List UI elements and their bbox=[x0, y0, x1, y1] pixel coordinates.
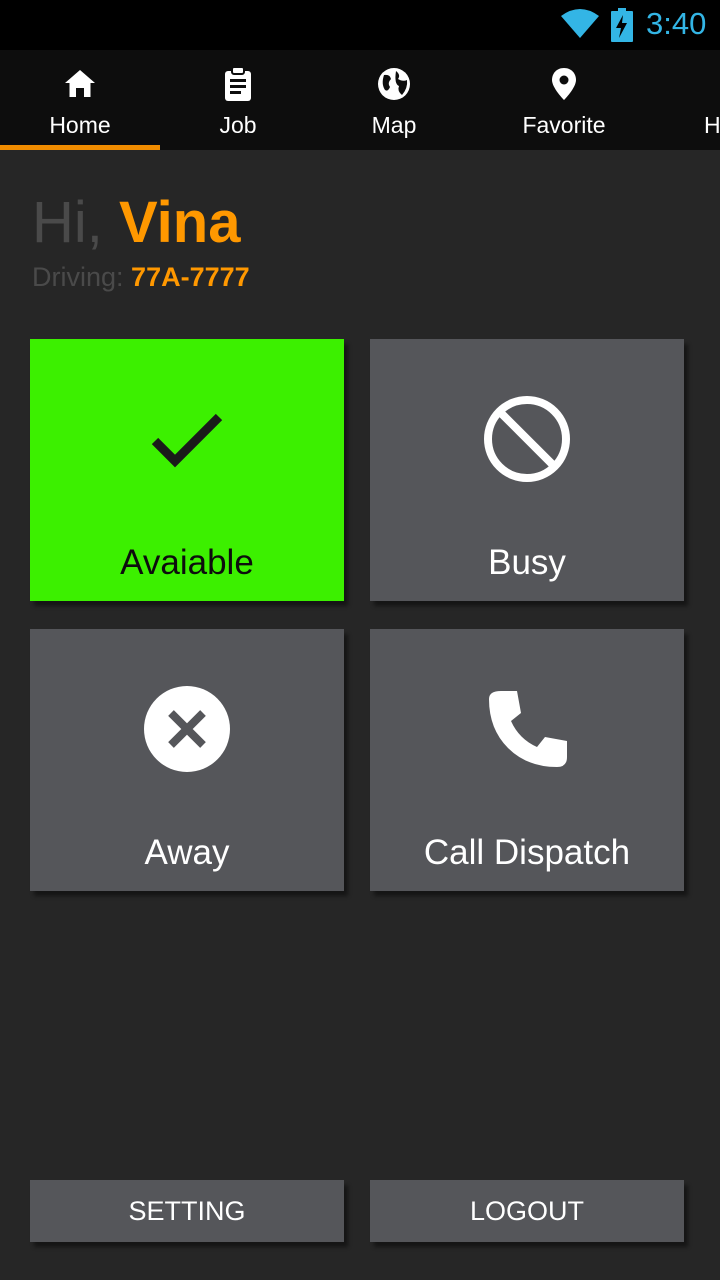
tab-job[interactable]: Job bbox=[160, 50, 316, 150]
away-tile[interactable]: Away bbox=[30, 629, 344, 891]
tab-job-label: Job bbox=[219, 112, 257, 138]
top-nav-bar: Home Job Map Favorite H bbox=[0, 50, 720, 150]
tab-favorite[interactable]: Favorite bbox=[472, 50, 656, 150]
call-dispatch-label: Call Dispatch bbox=[423, 833, 631, 872]
setting-button[interactable]: SETTING bbox=[30, 1180, 344, 1242]
status-bar: 3:40 bbox=[0, 0, 720, 50]
available-label: Avaiable bbox=[120, 543, 254, 582]
phone-icon bbox=[489, 691, 567, 767]
selected-tab-indicator bbox=[0, 145, 160, 150]
tab-partial[interactable]: H bbox=[656, 50, 720, 150]
cancel-circle-icon bbox=[144, 686, 230, 772]
checkmark-icon bbox=[151, 413, 223, 468]
wifi-icon bbox=[561, 9, 599, 38]
logout-button[interactable]: LOGOUT bbox=[370, 1180, 684, 1242]
driver-name: Vina bbox=[119, 190, 241, 255]
tab-map-label: Map bbox=[371, 112, 417, 138]
status-time: 3:40 bbox=[646, 6, 707, 41]
battery-charging-icon bbox=[611, 8, 633, 42]
busy-tile[interactable]: Busy bbox=[370, 339, 684, 601]
clipboard-icon bbox=[225, 66, 251, 101]
vehicle-plate: 77A-7777 bbox=[131, 262, 250, 292]
block-icon bbox=[484, 396, 570, 482]
greeting-prefix: Hi, bbox=[32, 190, 103, 255]
tab-favorite-label: Favorite bbox=[522, 112, 606, 138]
tab-home-label: Home bbox=[49, 112, 111, 138]
away-label: Away bbox=[144, 833, 230, 872]
tab-home[interactable]: Home bbox=[0, 50, 160, 150]
call-dispatch-tile[interactable]: Call Dispatch bbox=[370, 629, 684, 891]
driving-label: Driving: bbox=[32, 262, 124, 292]
busy-label: Busy bbox=[488, 543, 566, 582]
home-icon bbox=[65, 70, 95, 97]
globe-icon bbox=[378, 68, 410, 100]
location-pin-icon bbox=[552, 68, 576, 100]
greeting: Hi, Vina bbox=[32, 188, 240, 258]
tab-partial-label: H bbox=[704, 112, 720, 138]
tab-map[interactable]: Map bbox=[316, 50, 472, 150]
available-tile[interactable]: Avaiable bbox=[30, 339, 344, 601]
driving-info: Driving: 77A-7777 bbox=[32, 262, 250, 293]
